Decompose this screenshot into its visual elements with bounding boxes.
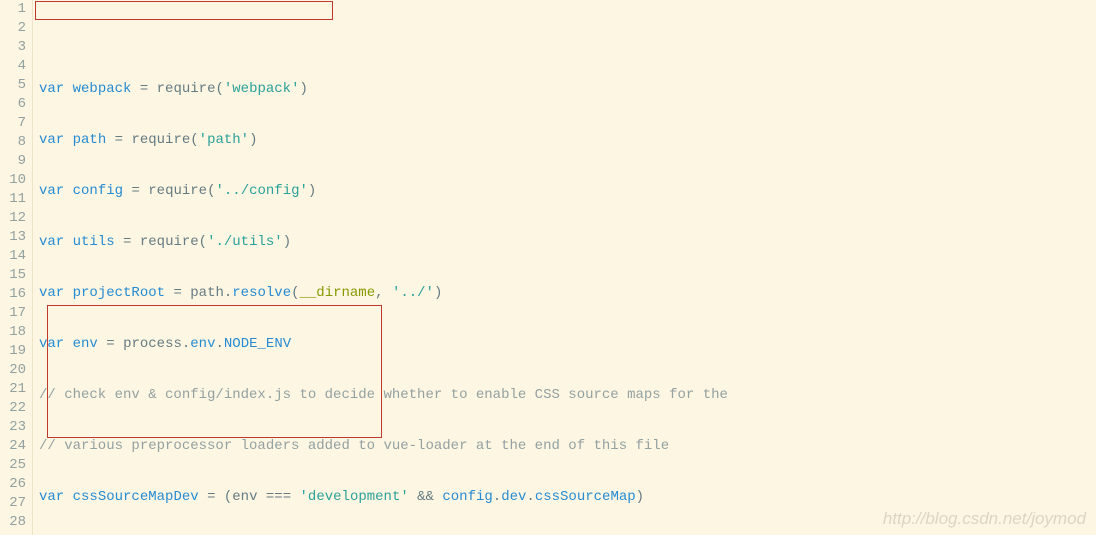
line-number: 16 [0,285,32,304]
line-number: 5 [0,76,32,95]
line-number: 4 [0,57,32,76]
code-editor: 1 2 3 4 5 6 7 8 9 10 11 12 13 14 15 16 1… [0,0,1096,535]
code-line: // various preprocessor loaders added to… [39,437,1096,456]
line-number: 2 [0,19,32,38]
line-number: 7 [0,114,32,133]
line-number: 21 [0,380,32,399]
code-line: var utils = require('./utils') [39,233,1096,252]
line-number: 13 [0,228,32,247]
line-number: 3 [0,38,32,57]
line-number-gutter: 1 2 3 4 5 6 7 8 9 10 11 12 13 14 15 16 1… [0,0,33,535]
line-number: 12 [0,209,32,228]
line-number: 27 [0,494,32,513]
highlight-box-plugins [47,305,382,438]
line-number: 17 [0,304,32,323]
keyword-var: var [39,81,64,97]
line-number: 9 [0,152,32,171]
line-number: 20 [0,361,32,380]
line-number: 23 [0,418,32,437]
code-area[interactable]: var webpack = require('webpack') var pat… [33,0,1096,535]
comment: // check env & config/index.js to decide… [39,387,728,403]
line-number: 6 [0,95,32,114]
ident-webpack: webpack [73,81,132,97]
line-number: 26 [0,475,32,494]
line-number: 10 [0,171,32,190]
highlight-box-line1 [35,1,333,20]
line-number: 11 [0,190,32,209]
line-number: 18 [0,323,32,342]
line-number: 19 [0,342,32,361]
line-number: 28 [0,513,32,532]
line-number: 14 [0,247,32,266]
ident-dirname: __dirname [300,285,376,301]
code-line: var config = require('../config') [39,182,1096,201]
ident-require: require [157,81,216,97]
code-line: var webpack = require('webpack') [39,80,1096,99]
line-number: 1 [0,0,32,19]
line-number: 8 [0,133,32,152]
code-line: var env = process.env.NODE_ENV [39,335,1096,354]
line-number: 22 [0,399,32,418]
code-line: var projectRoot = path.resolve(__dirname… [39,284,1096,303]
line-number: 24 [0,437,32,456]
string: 'webpack' [224,81,300,97]
comment: // various preprocessor loaders added to… [39,438,669,454]
code-line: var path = require('path') [39,131,1096,150]
code-line: // check env & config/index.js to decide… [39,386,1096,405]
code-line: var cssSourceMapDev = (env === 'developm… [39,488,1096,507]
line-number: 25 [0,456,32,475]
watermark-text: http://blog.csdn.net/joymod [883,509,1086,529]
line-number: 15 [0,266,32,285]
